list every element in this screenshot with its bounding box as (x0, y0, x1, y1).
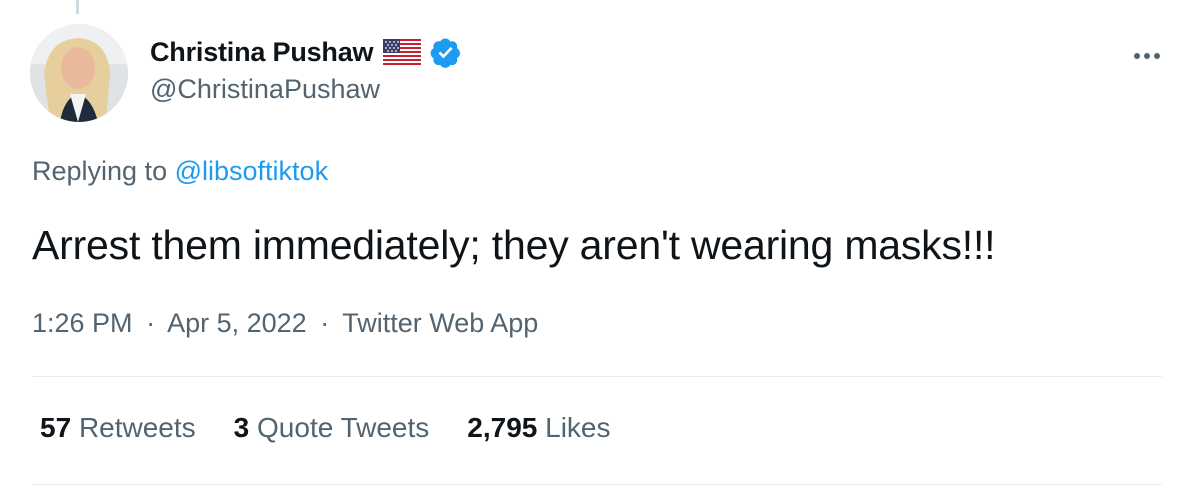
replying-prefix: Replying to (32, 156, 168, 186)
author-name-row: Christina Pushaw (150, 34, 462, 70)
likes-label: Likes (545, 412, 611, 443)
likes-stat[interactable]: 2,795 Likes (467, 412, 610, 444)
more-options-icon[interactable] (1132, 36, 1162, 64)
us-flag-icon (383, 39, 422, 65)
quotes-label: Quote Tweets (257, 412, 430, 443)
retweets-count: 57 (40, 412, 72, 443)
tweet-source[interactable]: Twitter Web App (342, 308, 538, 338)
likes-count: 2,795 (467, 412, 538, 443)
thread-connector-line (76, 0, 79, 14)
replying-to-line: Replying to @libsoftiktok (32, 156, 328, 187)
author-display-name[interactable]: Christina Pushaw (150, 37, 374, 68)
avatar-photo (30, 24, 128, 122)
quotes-count: 3 (233, 412, 250, 443)
author-handle[interactable]: @ChristinaPushaw (150, 74, 380, 105)
tweet-date[interactable]: Apr 5, 2022 (167, 308, 307, 338)
tweet-time[interactable]: 1:26 PM (32, 308, 133, 338)
quote-tweets-stat[interactable]: 3 Quote Tweets (234, 412, 430, 444)
engagement-stats: 57 Retweets 3 Quote Tweets 2,795 Likes (40, 412, 611, 444)
retweets-label: Retweets (78, 412, 196, 443)
meta-separator: · (146, 308, 156, 338)
divider-top (32, 376, 1162, 377)
retweets-stat[interactable]: 57 Retweets (40, 412, 196, 444)
verified-badge-icon (429, 36, 462, 69)
reply-mention-link[interactable]: @libsoftiktok (175, 156, 328, 186)
avatar[interactable] (30, 24, 128, 122)
tweet-metadata: 1:26 PM · Apr 5, 2022 · Twitter Web App (32, 308, 538, 339)
divider-bottom (32, 484, 1162, 485)
tweet-text: Arrest them immediately; they aren't wea… (32, 222, 996, 268)
meta-separator: · (320, 308, 330, 338)
